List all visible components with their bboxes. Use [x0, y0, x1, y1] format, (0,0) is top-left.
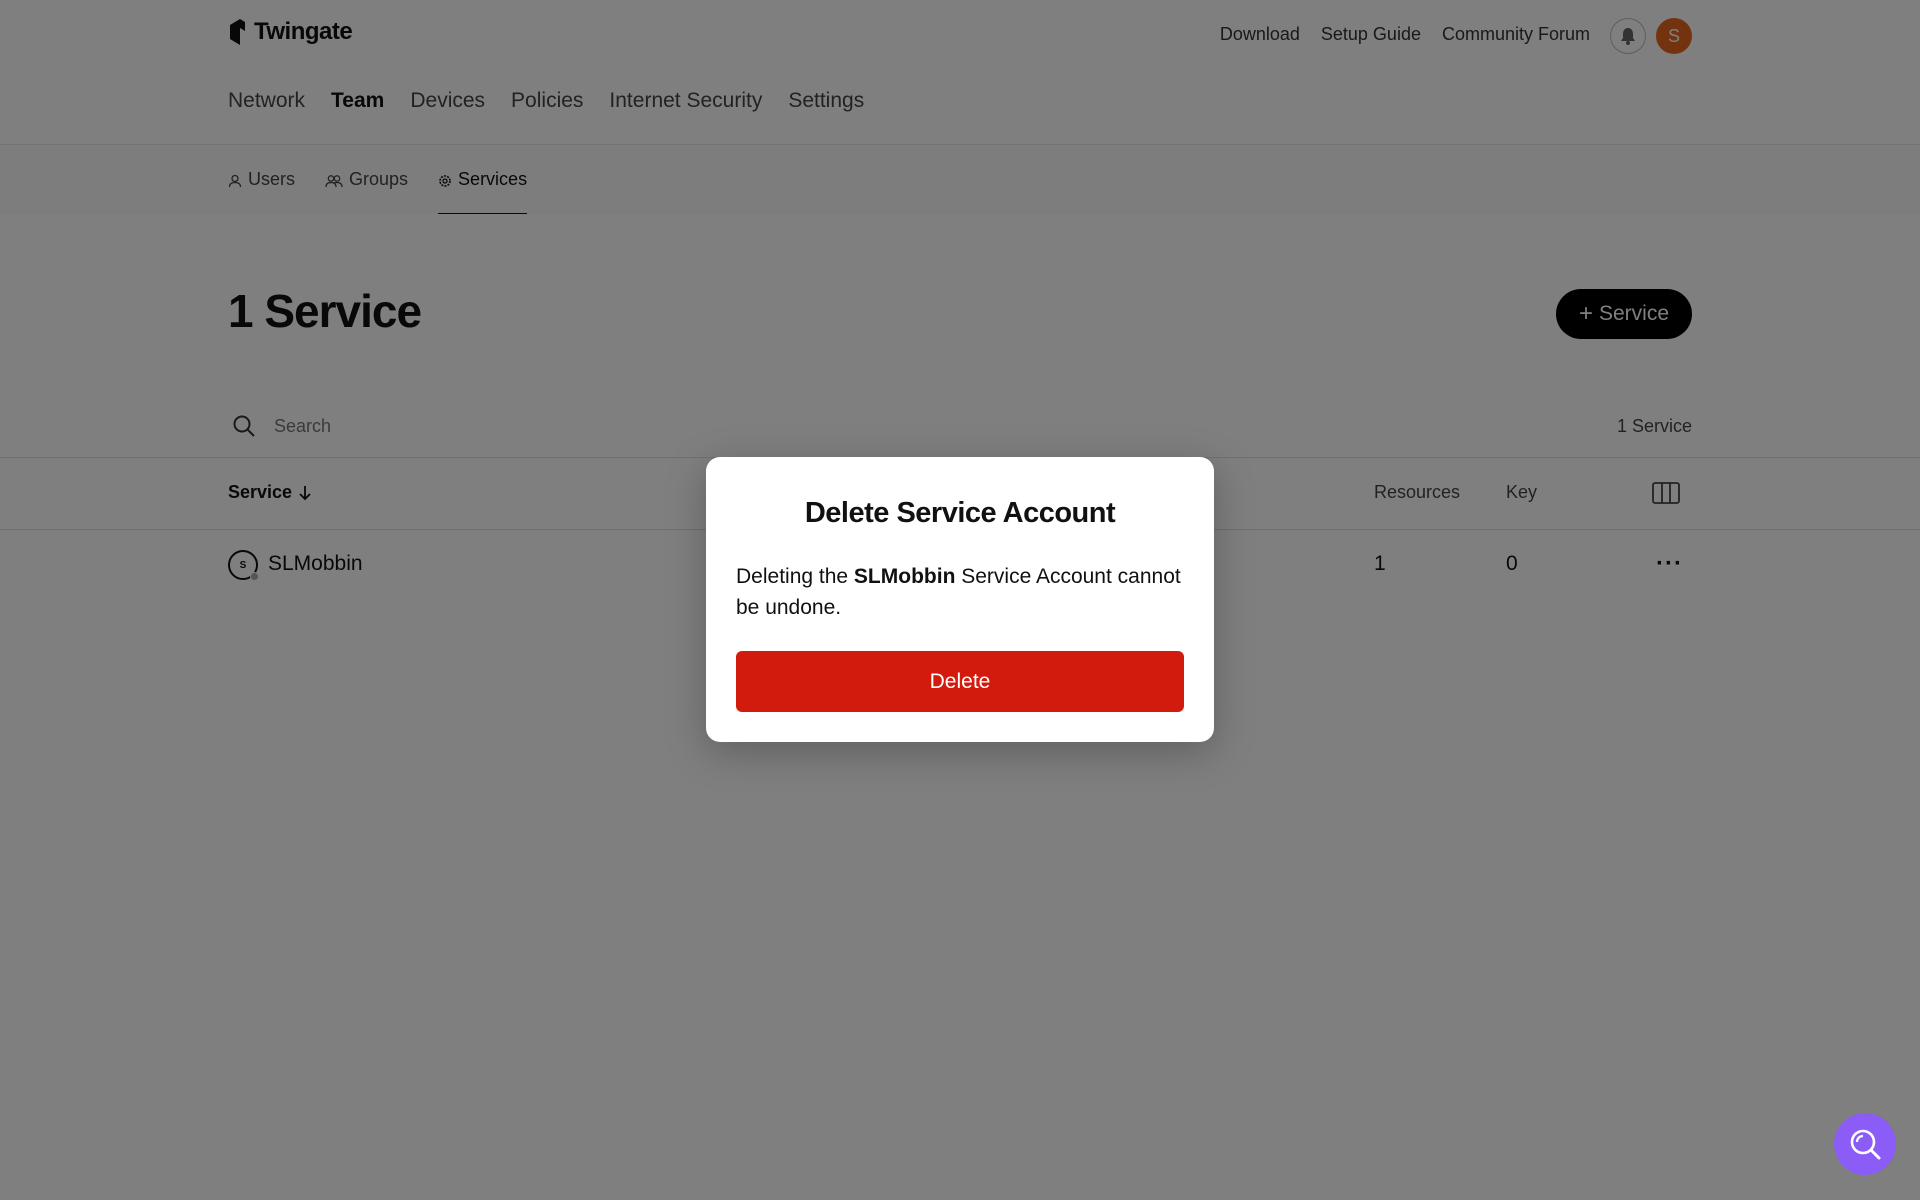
help-search-button[interactable] [1834, 1113, 1896, 1175]
dialog-service-name: SLMobbin [853, 565, 956, 588]
delete-button[interactable]: Delete [736, 651, 1184, 712]
dialog-message-prefix: Deleting the [736, 565, 854, 588]
dialog-title: Delete Service Account [804, 497, 1116, 529]
search-icon [1850, 1129, 1881, 1160]
dialog-message: Deleting the SLMobbin Service Account ca… [736, 561, 1184, 623]
delete-service-dialog: Delete Service Account Deleting the SLMo… [706, 457, 1214, 742]
